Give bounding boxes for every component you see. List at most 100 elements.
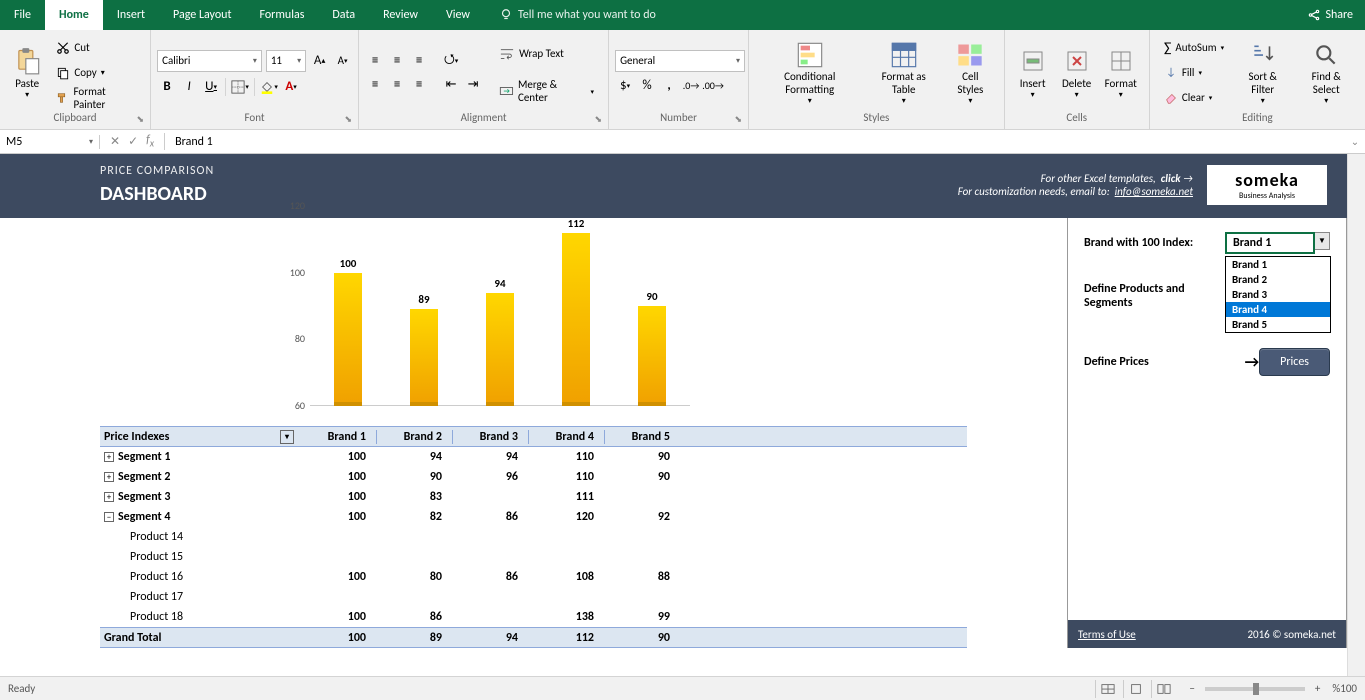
zoom-level[interactable]: %100 — [1332, 682, 1357, 695]
font-color-button[interactable]: A▾ — [281, 77, 301, 97]
borders-button[interactable]: ▾ — [230, 77, 250, 97]
fill-color-button[interactable]: ▾ — [259, 77, 279, 97]
decrease-decimal-button[interactable]: .00→ — [703, 76, 723, 96]
clipboard-launcher[interactable]: ⬊ — [137, 114, 145, 125]
column-header[interactable]: Brand 1 — [300, 430, 376, 444]
formula-input[interactable]: Brand 1 — [165, 135, 1345, 149]
table-row[interactable]: −Segment 4100828612092 — [100, 507, 967, 527]
normal-view-button[interactable] — [1095, 680, 1119, 698]
tab-data[interactable]: Data — [318, 0, 369, 30]
name-box[interactable]: M5▾ — [0, 135, 100, 149]
align-bottom-button[interactable]: ≡ — [409, 51, 429, 71]
column-header[interactable]: Brand 2 — [376, 430, 452, 444]
expand-icon[interactable]: + — [104, 492, 114, 502]
accounting-button[interactable]: $▾ — [615, 76, 635, 96]
increase-decimal-button[interactable]: .0→ — [681, 76, 701, 96]
comma-button[interactable]: , — [659, 76, 679, 96]
percent-button[interactable]: % — [637, 76, 657, 96]
dropdown-option[interactable]: Brand 2 — [1226, 272, 1330, 287]
copy-button[interactable]: Copy▾ — [52, 62, 140, 84]
align-top-button[interactable]: ≡ — [365, 51, 385, 71]
number-format-combo[interactable]: General▾ — [615, 50, 745, 72]
expand-icon[interactable]: − — [104, 512, 114, 522]
find-select-button[interactable]: Find & Select▾ — [1293, 34, 1359, 111]
tab-review[interactable]: Review — [369, 0, 432, 30]
increase-font-button[interactable]: A▴ — [310, 51, 329, 71]
zoom-out-button[interactable]: − — [1189, 682, 1194, 695]
tell-me-search[interactable]: Tell me what you want to do — [499, 0, 656, 30]
orientation-button[interactable]: ⭯▾ — [441, 51, 461, 71]
wrap-text-button[interactable]: Wrap Text — [495, 43, 598, 65]
delete-cells-button[interactable]: Delete▾ — [1055, 34, 1099, 111]
align-right-button[interactable]: ≡ — [409, 75, 429, 95]
cell-styles-button[interactable]: Cell Styles▾ — [943, 34, 998, 111]
expand-icon[interactable]: + — [104, 472, 114, 482]
bold-button[interactable]: B — [157, 77, 177, 97]
table-row[interactable]: +Segment 2100909611090 — [100, 467, 967, 487]
cut-button[interactable]: Cut — [52, 37, 140, 59]
autosum-button[interactable]: ∑AutoSum▾ — [1160, 37, 1228, 59]
filter-icon[interactable]: ▾ — [280, 430, 294, 444]
alignment-launcher[interactable]: ⬊ — [595, 114, 603, 125]
table-row[interactable]: +Segment 310083111 — [100, 487, 967, 507]
tab-view[interactable]: View — [432, 0, 484, 30]
increase-indent-button[interactable]: ⇥ — [463, 75, 483, 95]
insert-cells-button[interactable]: Insert▾ — [1011, 34, 1055, 111]
tab-home[interactable]: Home — [45, 0, 103, 30]
dropdown-option[interactable]: Brand 4 — [1226, 302, 1330, 317]
page-break-view-button[interactable] — [1151, 680, 1175, 698]
fx-icon[interactable]: fx — [146, 133, 154, 149]
column-header[interactable]: Brand 5 — [604, 430, 680, 444]
prices-button[interactable]: Prices — [1259, 348, 1330, 376]
tab-pagelayout[interactable]: Page Layout — [159, 0, 245, 30]
worksheet[interactable]: PRICE COMPARISON DASHBOARD For other Exc… — [0, 154, 1347, 676]
font-launcher[interactable]: ⬊ — [345, 114, 353, 125]
font-size-combo[interactable]: 11▾ — [266, 50, 306, 72]
decrease-indent-button[interactable]: ⇤ — [441, 75, 461, 95]
decrease-font-button[interactable]: A▾ — [333, 51, 352, 71]
info-email-link[interactable]: info@someka.net — [1115, 185, 1193, 198]
number-launcher[interactable]: ⬊ — [735, 114, 743, 125]
share-button[interactable]: Share — [1295, 0, 1365, 30]
table-row[interactable]: Product 14 — [100, 527, 967, 547]
dropdown-button[interactable]: ▼ — [1314, 232, 1330, 250]
page-layout-view-button[interactable] — [1123, 680, 1147, 698]
align-left-button[interactable]: ≡ — [365, 75, 385, 95]
expand-formula-bar[interactable]: ⌄ — [1345, 135, 1365, 148]
expand-icon[interactable]: + — [104, 452, 114, 462]
column-header[interactable]: Brand 4 — [528, 430, 604, 444]
format-cells-button[interactable]: Format▾ — [1099, 34, 1143, 111]
align-center-button[interactable]: ≡ — [387, 75, 407, 95]
underline-button[interactable]: U▾ — [201, 77, 221, 97]
tab-formulas[interactable]: Formulas — [245, 0, 318, 30]
format-painter-button[interactable]: Format Painter — [52, 87, 140, 109]
fill-button[interactable]: Fill▾ — [1160, 62, 1228, 84]
sort-filter-button[interactable]: Sort & Filter▾ — [1232, 34, 1293, 111]
italic-button[interactable]: I — [179, 77, 199, 97]
conditional-formatting-button[interactable]: Conditional Formatting▾ — [755, 34, 864, 111]
table-row[interactable]: +Segment 1100949411090 — [100, 447, 967, 467]
tab-file[interactable]: File — [0, 0, 45, 30]
terms-link[interactable]: Terms of Use — [1078, 628, 1136, 641]
tab-insert[interactable]: Insert — [103, 0, 159, 30]
cancel-formula-icon[interactable]: ✕ — [110, 134, 120, 149]
dropdown-option[interactable]: Brand 3 — [1226, 287, 1330, 302]
column-header[interactable]: Brand 3 — [452, 430, 528, 444]
dropdown-option[interactable]: Brand 5 — [1226, 317, 1330, 332]
merge-center-button[interactable]: Merge & Center▾ — [495, 80, 598, 102]
font-name-combo[interactable]: Calibri▾ — [157, 50, 262, 72]
zoom-in-button[interactable]: + — [1315, 682, 1320, 695]
table-row[interactable]: Product 17 — [100, 587, 967, 607]
table-row[interactable]: Product 15 — [100, 547, 967, 567]
dropdown-option[interactable]: Brand 1 — [1226, 257, 1330, 272]
format-as-table-button[interactable]: Format as Table▾ — [864, 34, 943, 111]
vertical-scrollbar[interactable] — [1347, 154, 1365, 676]
enter-formula-icon[interactable]: ✓ — [128, 134, 138, 149]
clear-button[interactable]: Clear▾ — [1160, 87, 1228, 109]
align-middle-button[interactable]: ≡ — [387, 51, 407, 71]
zoom-slider[interactable] — [1205, 687, 1305, 691]
table-row[interactable]: Product 181008613899 — [100, 607, 967, 627]
paste-button[interactable]: Paste▾ — [6, 34, 48, 111]
brand-index-cell[interactable]: Brand 1 — [1225, 232, 1315, 254]
table-row[interactable]: Product 16100808610888 — [100, 567, 967, 587]
